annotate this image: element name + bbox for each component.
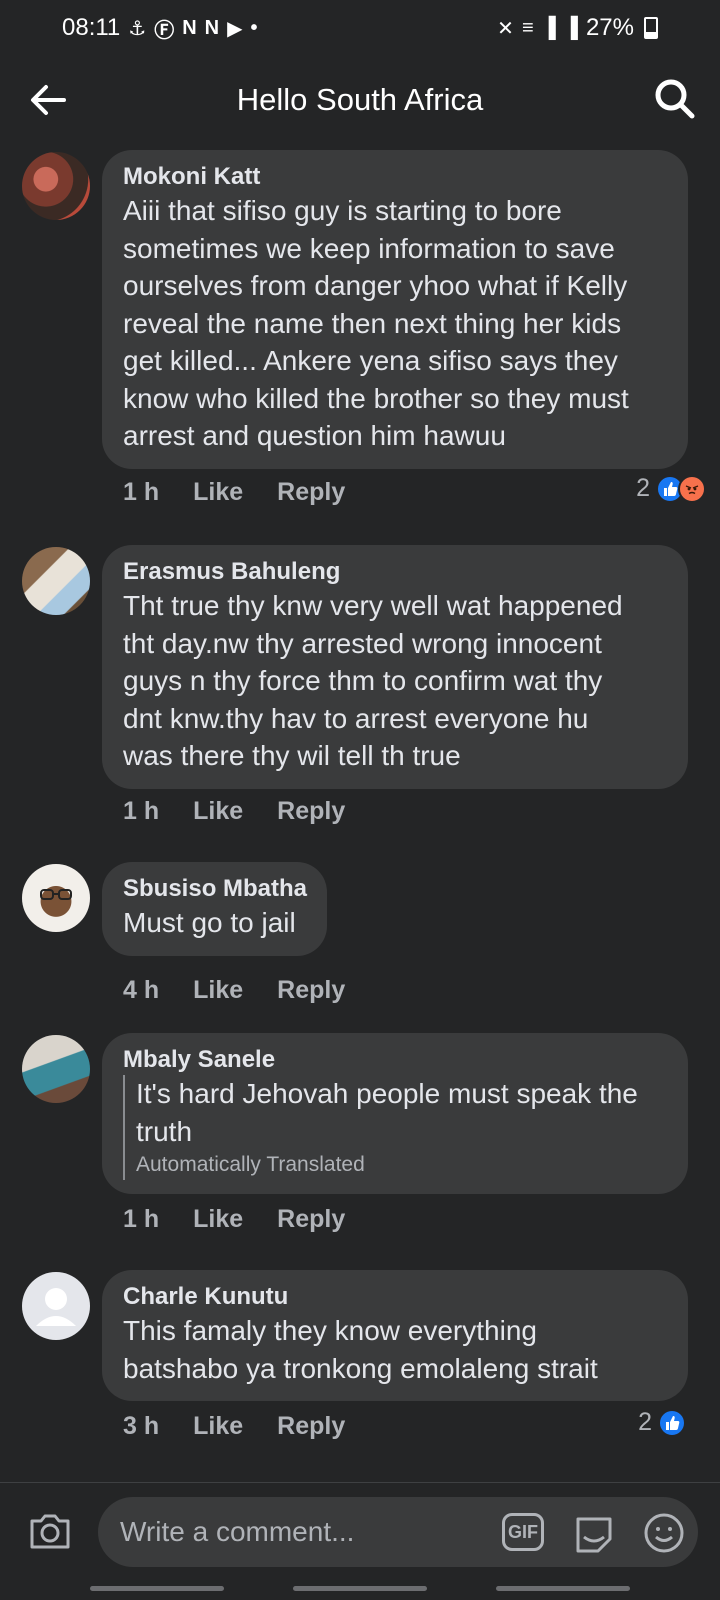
signal-icon: ▐ xyxy=(563,16,578,39)
dot-icon: • xyxy=(250,16,258,39)
comment-meta: 1 h Like Reply xyxy=(123,797,379,826)
comment-author[interactable]: Charle Kunutu xyxy=(123,1282,668,1312)
sticker-button[interactable] xyxy=(572,1511,616,1555)
comment-item: Mbaly Sanele It's hard Jehovah people mu… xyxy=(0,1033,720,1263)
camera-button[interactable] xyxy=(26,1507,74,1555)
comment-bubble[interactable]: Erasmus Bahuleng Tht true thy knw very w… xyxy=(102,545,688,789)
comment-item: Erasmus Bahuleng Tht true thy knw very w… xyxy=(0,545,720,845)
comment-item: Sbusiso Mbatha Must go to jail 4 h Like … xyxy=(0,862,720,1022)
nav-home-button[interactable] xyxy=(293,1586,427,1591)
comment-meta: 1 h Like Reply xyxy=(123,1205,379,1234)
reaction-count: 2 xyxy=(638,1408,652,1436)
comment-text: This famaly they know everything batshab… xyxy=(123,1315,598,1384)
comment-time: 4 h xyxy=(123,976,160,1004)
nav-back-button[interactable] xyxy=(496,1586,630,1591)
like-button[interactable]: Like xyxy=(193,1412,243,1441)
avatar[interactable] xyxy=(22,152,90,220)
reply-button[interactable]: Reply xyxy=(277,976,345,1005)
comment-time: 1 h xyxy=(123,797,160,825)
youtube-icon: ▶ xyxy=(227,17,243,40)
usb-icon: ⚓ xyxy=(128,17,147,40)
page-title: Hello South Africa xyxy=(236,82,484,117)
gif-button[interactable]: GIF xyxy=(502,1513,544,1551)
default-avatar-icon xyxy=(36,1288,76,1326)
translated-label[interactable]: Automatically Translated xyxy=(136,1150,668,1180)
status-time: 08:11 xyxy=(62,14,121,41)
search-button[interactable] xyxy=(650,74,700,124)
comment-bubble[interactable]: Mokoni Katt Aiii that sifiso guy is star… xyxy=(102,150,688,469)
like-button[interactable]: Like xyxy=(193,797,243,826)
signal-icon: ▐ xyxy=(541,16,556,39)
status-bar-left: 08:11 ⚓ Ⓕ N N ▶ • xyxy=(62,14,258,43)
like-reaction-icon xyxy=(658,1408,686,1437)
avatar[interactable] xyxy=(22,864,90,932)
news-icon: N xyxy=(182,16,197,39)
reaction-count: 2 xyxy=(636,474,650,502)
nav-recent-button[interactable] xyxy=(90,1586,224,1591)
emoji-button[interactable] xyxy=(642,1511,686,1555)
comment-time: 1 h xyxy=(123,478,160,506)
comment-author[interactable]: Mbaly Sanele xyxy=(123,1045,668,1075)
battery-icon xyxy=(644,17,658,39)
camera-icon xyxy=(30,1514,70,1549)
reply-button[interactable]: Reply xyxy=(277,478,345,507)
reaction-summary[interactable]: 2 xyxy=(638,1408,686,1437)
glasses-icon xyxy=(40,889,72,900)
comment-time: 3 h xyxy=(123,1412,160,1440)
comment-time: 1 h xyxy=(123,1205,160,1233)
like-button[interactable]: Like xyxy=(193,976,243,1005)
comment-meta: 1 h Like Reply xyxy=(123,478,379,507)
reaction-summary[interactable]: 2 xyxy=(636,474,706,503)
reply-button[interactable]: Reply xyxy=(277,797,345,826)
comment-text: Tht true thy knw very well wat happened … xyxy=(123,590,623,771)
comment-bubble[interactable]: Mbaly Sanele It's hard Jehovah people mu… xyxy=(102,1033,688,1194)
comment-text: Aiii that sifiso guy is starting to bore… xyxy=(123,195,629,451)
comment-text: It's hard Jehovah people must speak the … xyxy=(136,1078,638,1147)
comment-author[interactable]: Mokoni Katt xyxy=(123,162,668,192)
comment-item: Mokoni Katt Aiii that sifiso guy is star… xyxy=(0,150,720,540)
top-bar: Hello South Africa xyxy=(0,62,720,138)
like-button[interactable]: Like xyxy=(193,1205,243,1234)
wifi-icon: ≡ xyxy=(521,16,534,39)
comment-author[interactable]: Sbusiso Mbatha xyxy=(123,874,307,904)
comment-bubble[interactable]: Charle Kunutu This famaly they know ever… xyxy=(102,1270,688,1401)
sticker-icon xyxy=(576,1517,612,1553)
like-button[interactable]: Like xyxy=(193,478,243,507)
reply-button[interactable]: Reply xyxy=(277,1412,345,1441)
system-nav-bar xyxy=(0,1580,720,1600)
facebook-icon: Ⓕ xyxy=(154,19,175,42)
back-button[interactable] xyxy=(24,76,72,124)
status-bar: 08:11 ⚓ Ⓕ N N ▶ • ✕ ≡ ▐ ▐ 27% xyxy=(0,0,720,56)
angry-reaction-icon xyxy=(678,474,706,503)
comment-meta: 3 h Like Reply xyxy=(123,1412,379,1441)
emoji-icon xyxy=(644,1513,684,1553)
mute-icon: ✕ xyxy=(497,17,514,40)
reply-button[interactable]: Reply xyxy=(277,1205,345,1234)
news-icon: N xyxy=(204,16,220,39)
avatar[interactable] xyxy=(22,547,90,615)
comment-text: Must go to jail xyxy=(123,907,296,938)
battery-percent: 27% xyxy=(585,14,634,41)
avatar[interactable] xyxy=(22,1035,90,1103)
comment-item: Charle Kunutu This famaly they know ever… xyxy=(0,1270,720,1480)
comment-bubble[interactable]: Sbusiso Mbatha Must go to jail xyxy=(102,862,328,956)
status-bar-right: ✕ ≡ ▐ ▐ 27% xyxy=(497,14,658,42)
translated-block: It's hard Jehovah people must speak the … xyxy=(123,1075,668,1180)
comment-meta: 4 h Like Reply xyxy=(123,976,379,1005)
comment-author[interactable]: Erasmus Bahuleng xyxy=(123,557,668,587)
search-icon xyxy=(655,79,695,119)
back-arrow-icon xyxy=(31,85,66,115)
avatar[interactable] xyxy=(22,1272,90,1340)
